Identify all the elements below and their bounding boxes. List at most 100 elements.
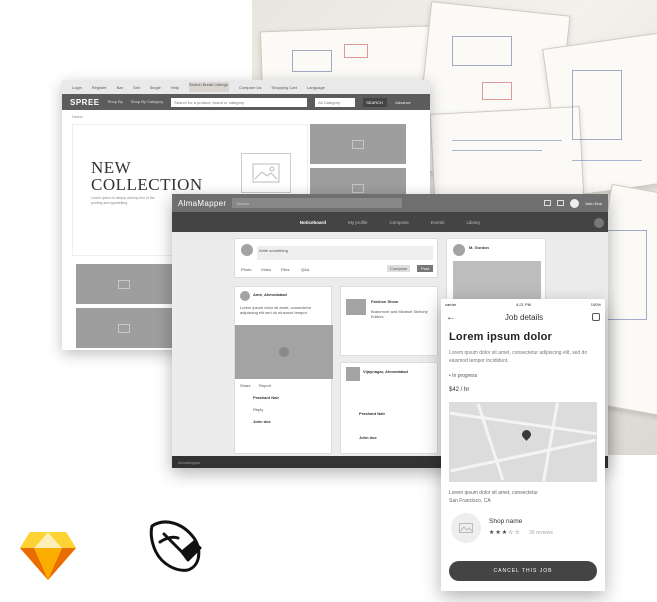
time-label: 4:21 PM [516, 301, 531, 307]
post-author[interactable]: Amir, Ahmedabad [253, 292, 287, 297]
alma-menu: Noticeboard My profile Compose Events Li… [172, 212, 608, 232]
feed-post: Amir, Ahmedabad Lorem ipsum dolor sit am… [234, 286, 333, 454]
photo-action[interactable]: Photo [241, 267, 251, 272]
register-link[interactable]: Register [92, 85, 107, 90]
shopping-cart-link[interactable]: Shopping Cart [271, 85, 297, 90]
compare-link[interactable]: Compare Us [239, 85, 261, 90]
breadcrumb[interactable]: Home [72, 114, 83, 119]
product-placeholder[interactable] [310, 124, 406, 164]
qa-action[interactable]: Q&A [301, 267, 309, 272]
job-status: • In progress [449, 373, 478, 379]
avatar [453, 244, 465, 256]
cancel-job-button[interactable]: CANCEL THIS JOB [449, 561, 597, 581]
bar-link[interactable]: Bar [117, 85, 123, 90]
profile-card: M. Gordon [446, 238, 546, 308]
feed-post: Vijaynagar, Ahmedabad Prashant Nair John… [340, 362, 438, 454]
shop-image-icon[interactable] [451, 513, 481, 543]
bell-icon[interactable] [556, 200, 564, 206]
job-map[interactable] [449, 402, 597, 482]
single-link[interactable]: Single [150, 85, 161, 90]
avatar[interactable] [569, 198, 579, 208]
user-name[interactable]: John Doe [585, 201, 602, 206]
job-heading: Lorem ipsum dolor [449, 331, 553, 343]
video-action[interactable]: Video [261, 267, 271, 272]
alma-brand[interactable]: AlmaMapper [178, 199, 226, 208]
shop-by-menu[interactable]: Shop By [108, 100, 123, 104]
comment-author[interactable]: John doe [359, 435, 377, 440]
spree-search-button[interactable]: SEARCH [363, 97, 388, 107]
spree-logo[interactable]: SPREE [70, 98, 100, 107]
share-link[interactable]: Share [240, 383, 251, 388]
spree-nav-bar: SPREE Shop By Shop By Category Search fo… [62, 94, 430, 110]
status-bar: carrier 4:21 PM 100% [441, 299, 605, 309]
address-line-2: San Francisco, CA [449, 498, 491, 504]
sell-link[interactable]: Sell [133, 85, 140, 90]
category-select[interactable]: All Category [315, 97, 356, 107]
map-pin-icon[interactable] [520, 428, 533, 441]
address-line-1: Lorem ipsum dolor sit amet, consectetur [449, 490, 538, 496]
comment-author[interactable]: Prashant Nair [253, 395, 279, 400]
post-thumb [346, 367, 360, 381]
star-rating: ★★★☆☆ [489, 530, 521, 536]
post-composer: Write something Photo Video Files Q&A Co… [234, 238, 438, 278]
screen-title: Job details [504, 312, 544, 322]
mail-icon[interactable] [543, 200, 551, 206]
nav-bar: ← Job details [441, 309, 605, 325]
advance-link[interactable]: Advance [395, 100, 411, 105]
carrier-label: carrier [445, 301, 457, 307]
comment-author[interactable]: John doe [253, 419, 271, 424]
event-card: Fashion Show Brainmore and Mindset Sketc… [340, 286, 438, 356]
mobile-job-details-screen: carrier 4:21 PM 100% ← Job details Lorem… [441, 299, 605, 591]
tab-compose[interactable]: Compose [389, 220, 408, 225]
job-status-label: In progress [452, 373, 478, 379]
job-address: Lorem ipsum dolor sit amet, consectetur … [449, 489, 589, 505]
share-icon[interactable] [592, 313, 600, 321]
report-link[interactable]: Report [259, 383, 271, 388]
alma-search-input[interactable]: Search [232, 198, 403, 208]
search-listings-link[interactable]: Search Break Listings [188, 82, 229, 92]
spree-top-bar: Login Register Bar Sell Single Help Sear… [62, 80, 430, 94]
alma-header-actions: John Doe [543, 198, 602, 208]
compose-select[interactable]: Compose [387, 265, 411, 272]
tab-events[interactable]: Events [431, 220, 445, 225]
menu-icon[interactable] [594, 218, 604, 228]
tab-library[interactable]: Library [467, 220, 481, 225]
avatar [240, 291, 250, 301]
job-rate: $42 / hr [449, 387, 470, 393]
image-placeholder-icon [241, 153, 291, 193]
login-link[interactable]: Login [72, 85, 82, 90]
image-icon [352, 183, 364, 193]
hero-title: NEW COLLECTION [91, 159, 203, 193]
post-text: Lorem ipsum dolor sit amet, consectetur … [240, 305, 312, 315]
back-arrow-icon[interactable]: ← [446, 312, 456, 323]
review-count[interactable]: 39 reviews [529, 530, 553, 536]
product-placeholder[interactable] [76, 308, 172, 348]
sketch-app-icon [20, 532, 76, 580]
event-title[interactable]: Fashion Show [371, 299, 398, 304]
help-link[interactable]: Help [171, 85, 179, 90]
image-icon [118, 323, 130, 333]
avatar [241, 244, 253, 256]
post-author[interactable]: Vijaynagar, Ahmedabad [363, 369, 408, 374]
image-icon [118, 279, 130, 289]
post-input[interactable]: Write something [257, 246, 433, 260]
product-placeholder[interactable] [76, 264, 172, 304]
spree-search-input[interactable]: Search for a product, brand or category [171, 97, 308, 107]
post-button[interactable]: Post [417, 265, 434, 272]
hero-subtitle: Lorem Ipsum is simply dummy text of the … [91, 196, 155, 205]
pen-tool-icon [149, 520, 202, 572]
reply-link[interactable]: Reply [253, 407, 263, 412]
shop-by-category-menu[interactable]: Shop By Category [131, 100, 163, 104]
play-icon[interactable] [279, 347, 289, 357]
language-select[interactable]: Language [307, 85, 325, 90]
event-thumb [346, 299, 366, 315]
event-subtitle: Brainmore and Mindset Sketchy Editors [371, 309, 428, 319]
shop-name[interactable]: Shop name [489, 518, 522, 525]
profile-name[interactable]: M. Gordon [469, 245, 489, 250]
files-action[interactable]: Files [281, 267, 289, 272]
tab-my-profile[interactable]: My profile [348, 220, 368, 225]
footer-brand: AlmaMapper [178, 459, 201, 465]
tab-noticeboard[interactable]: Noticeboard [300, 220, 326, 225]
hero-title-line-1: NEW [91, 158, 132, 177]
comment-author[interactable]: Prashant Nair [359, 411, 385, 416]
